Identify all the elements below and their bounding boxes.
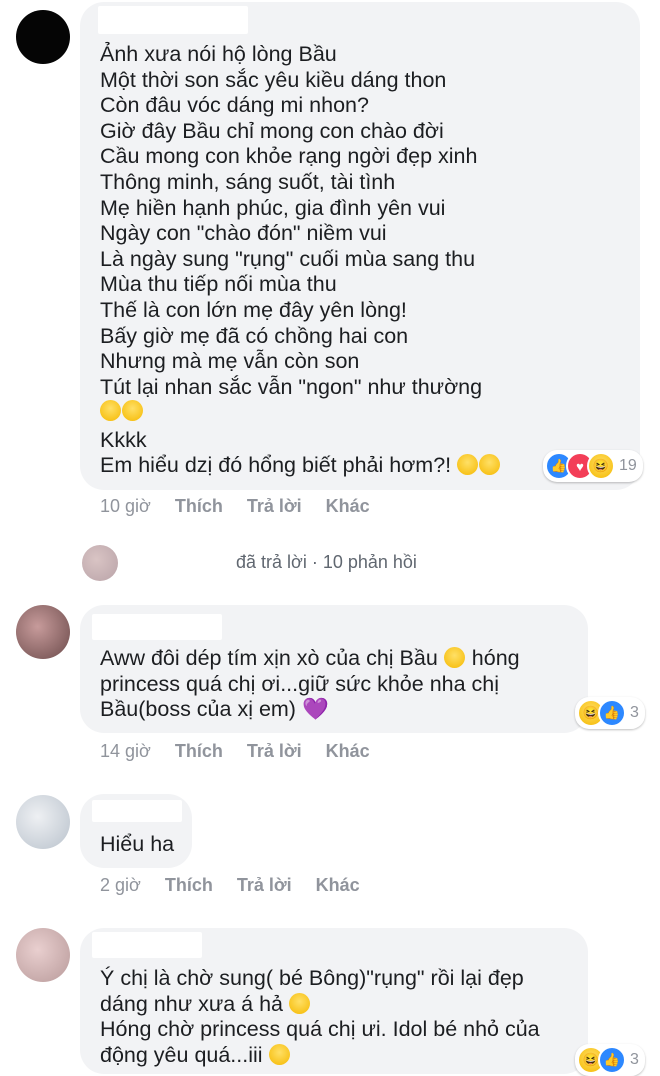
comment-text: Hiểu ha xyxy=(100,832,175,856)
comment-text-line: Em hiểu dzị đó hổng biết phải hơm?! xyxy=(100,453,501,479)
commenter-avatar[interactable] xyxy=(16,10,70,64)
reaction-count: 19 xyxy=(619,457,637,474)
rofl-emoji-icon xyxy=(100,400,121,421)
reaction-summary[interactable]: 👍 ♥ 😆 19 xyxy=(543,450,643,482)
emoji-row xyxy=(100,400,144,423)
commenter-name-redacted xyxy=(92,932,202,958)
commenter-name-redacted xyxy=(98,6,248,34)
tears-of-joy-emoji-icon xyxy=(122,400,143,421)
reaction-summary[interactable]: 😆 👍 3 xyxy=(575,1044,645,1076)
comment-actions: 14 giờ Thích Trả lời Khác xyxy=(100,741,370,762)
like-button[interactable]: Thích xyxy=(165,875,213,896)
comment-text: Ý chị là chờ sung( bé Bông)"rụng" rồi lạ… xyxy=(100,966,540,1067)
commenter-avatar[interactable] xyxy=(16,605,70,659)
like-button[interactable]: Thích xyxy=(175,741,223,762)
more-button[interactable]: Khác xyxy=(316,875,360,896)
reaction-summary[interactable]: 😆 👍 3 xyxy=(575,697,645,729)
tears-of-joy-emoji-icon xyxy=(443,647,465,668)
like-icon: 👍 xyxy=(598,699,626,727)
reply-avatar xyxy=(82,545,118,581)
like-icon: 👍 xyxy=(598,1046,626,1074)
commenter-avatar[interactable] xyxy=(16,795,70,849)
commenter-name-redacted xyxy=(92,614,222,640)
comment-actions: 2 giờ Thích Trả lời Khác xyxy=(100,875,360,896)
reaction-count: 3 xyxy=(630,704,639,721)
more-button[interactable]: Khác xyxy=(326,741,370,762)
comment-actions: 10 giờ Thích Trả lời Khác xyxy=(100,496,370,517)
comment-timestamp[interactable]: 14 giờ xyxy=(100,741,151,762)
comment-timestamp[interactable]: 2 giờ xyxy=(100,875,141,896)
purple-heart-icon: 💜 xyxy=(301,697,329,722)
comment-text-last: Em hiểu dzị đó hổng biết phải hơm?! xyxy=(100,453,452,477)
comment-text-line: Kkkk xyxy=(100,428,147,452)
reply-button[interactable]: Trả lời xyxy=(237,875,292,896)
like-button[interactable]: Thích xyxy=(175,496,223,517)
comment-text: Aww đôi dép tím xịn xò của chị Bầu hóng … xyxy=(100,646,520,722)
rofl-emoji-icon xyxy=(479,454,501,475)
haha-icon: 😆 xyxy=(587,452,615,480)
reply-button[interactable]: Trả lời xyxy=(247,741,302,762)
tears-of-joy-emoji-icon xyxy=(289,992,310,1014)
comment-timestamp[interactable]: 10 giờ xyxy=(100,496,151,517)
reaction-count: 3 xyxy=(630,1051,639,1068)
view-replies-link[interactable]: đã trả lời · 10 phản hồi xyxy=(236,552,417,573)
more-button[interactable]: Khác xyxy=(326,496,370,517)
comment-text: Ảnh xưa nói hộ lòng Bầu Một thời son sắc… xyxy=(100,42,483,399)
tears-of-joy-emoji-icon xyxy=(457,454,479,475)
reply-button[interactable]: Trả lời xyxy=(247,496,302,517)
heart-eyes-emoji-icon xyxy=(268,1043,290,1065)
commenter-name-redacted xyxy=(92,800,182,822)
commenter-avatar[interactable] xyxy=(16,928,70,982)
